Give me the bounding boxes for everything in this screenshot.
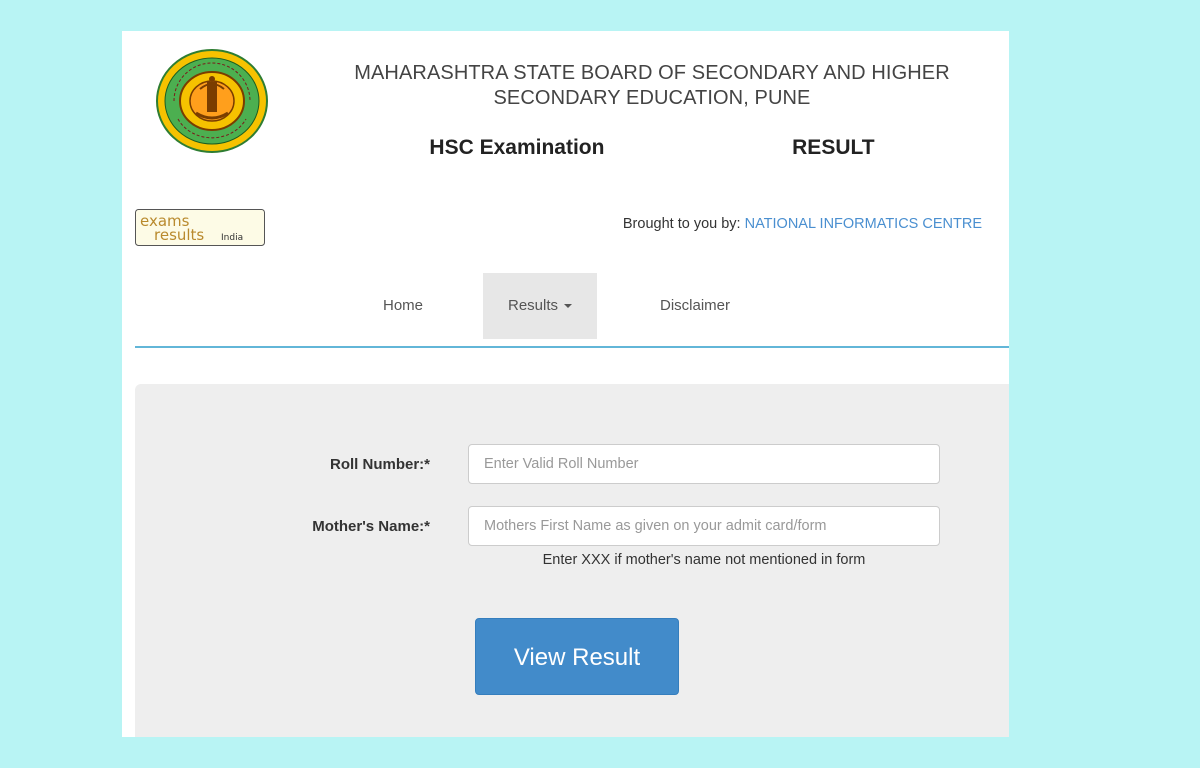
board-seal-logo	[156, 49, 268, 153]
roll-number-label: Roll Number:*	[329, 456, 430, 473]
nav-home[interactable]: Home	[370, 273, 436, 339]
login-form-panel: Roll Number:* Mother's Name:* Enter XXX …	[135, 384, 1009, 737]
exam-title-left: HSC Examination	[429, 136, 605, 159]
board-title-line1: MAHARASHTRA STATE BOARD OF SECONDARY AND…	[354, 62, 950, 84]
logo-india-text: India	[221, 233, 243, 243]
nav-disclaimer[interactable]: Disclaimer	[645, 273, 745, 339]
brought-to-you-by: Brought to you by: NATIONAL INFORMATICS …	[462, 216, 982, 232]
redaction-box	[620, 123, 784, 179]
nav-disclaimer-label: Disclaimer	[659, 297, 730, 314]
exam-title-right: RESULT	[792, 136, 875, 159]
main-nav: Home Results Disclaimer	[135, 273, 1009, 348]
board-title: MAHARASHTRA STATE BOARD OF SECONDARY AND…	[312, 61, 992, 111]
result-card: MAHARASHTRA STATE BOARD OF SECONDARY AND…	[122, 31, 1009, 737]
brought-prefix: Brought to you by:	[622, 216, 745, 232]
nav-results-dropdown[interactable]: Results	[483, 273, 597, 339]
logo-results-text: results	[154, 226, 204, 244]
nav-results-label: Results	[507, 297, 559, 314]
nav-home-label: Home	[382, 297, 423, 314]
caret-down-icon	[564, 304, 573, 309]
nic-link[interactable]: NATIONAL INFORMATICS CENTRE	[745, 216, 982, 232]
view-result-button[interactable]: View Result	[475, 618, 679, 695]
roll-number-input[interactable]	[468, 444, 940, 484]
mother-name-label: Mother's Name:*	[312, 518, 430, 535]
board-title-line2: SECONDARY EDUCATION, PUNE	[493, 87, 811, 109]
mother-name-input[interactable]	[468, 506, 940, 546]
mother-name-hint: Enter XXX if mother's name not mentioned…	[542, 552, 866, 568]
exams-results-logo[interactable]: exams results India	[135, 209, 265, 246]
view-result-label: View Result	[513, 644, 641, 671]
